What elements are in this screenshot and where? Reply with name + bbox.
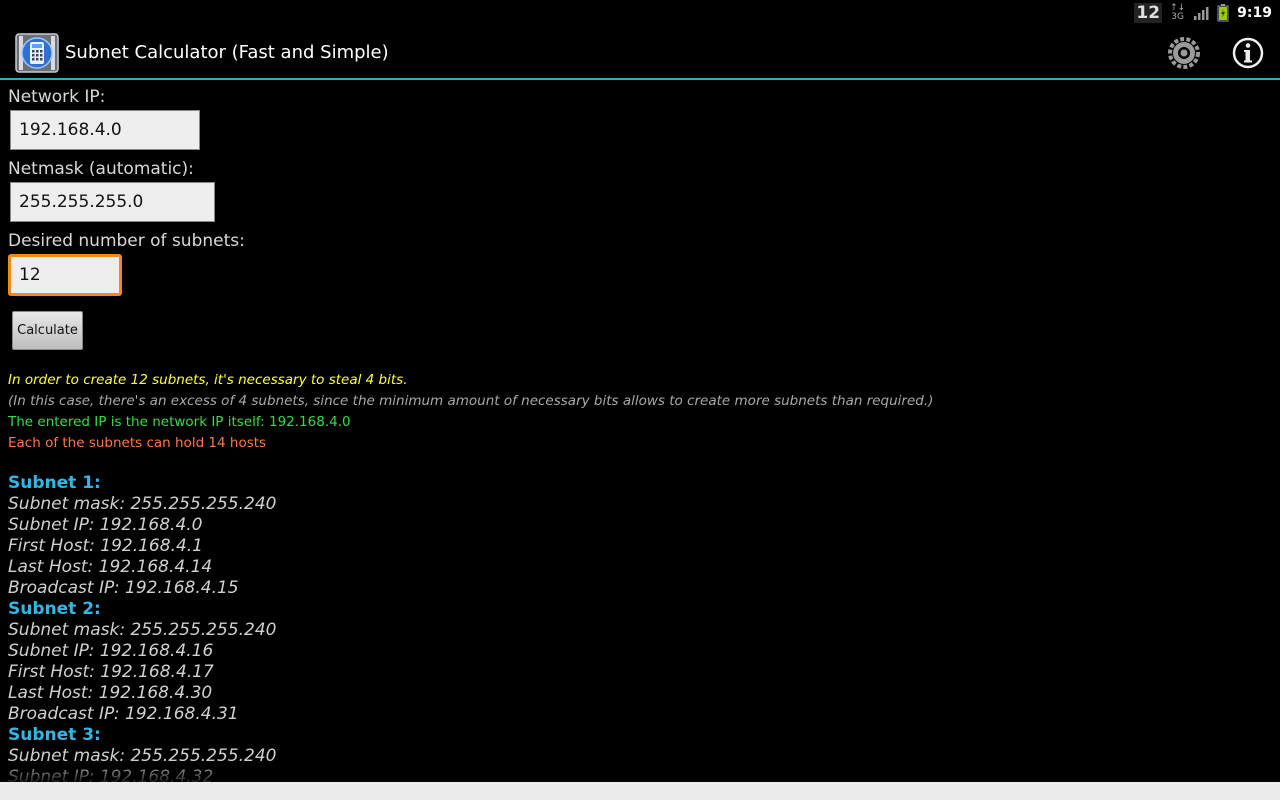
hosts-message: Each of the subnets can hold 14 hosts	[8, 435, 267, 451]
subnet-ip: Subnet IP: 192.168.4.0	[8, 515, 203, 535]
last-host: Last Host: 192.168.4.30	[8, 683, 213, 703]
status-bar: 12 ↑↓ 3G 9:19	[0, 0, 1280, 26]
broadcast-ip: Broadcast IP: 192.168.4.15	[8, 578, 239, 598]
app-title: Subnet Calculator (Fast and Simple)	[65, 42, 389, 63]
subnet-ip: Subnet IP: 192.168.4.32	[8, 767, 214, 782]
excess-message: (In this case, there's an excess of 4 su…	[8, 393, 934, 409]
status-icons: 12 ↑↓ 3G 9:19	[1134, 0, 1272, 26]
subnet-title: Subnet 2:	[8, 599, 101, 619]
notification-count[interactable]: 12	[1134, 3, 1163, 23]
subnet-mask: Subnet mask: 255.255.255.240	[8, 620, 277, 640]
last-host: Last Host: 192.168.4.14	[8, 557, 213, 577]
subnet-mask: Subnet mask: 255.255.255.240	[8, 746, 277, 766]
signal-icon	[1194, 7, 1209, 20]
navigation-bar	[0, 782, 1280, 800]
calculate-button[interactable]: Calculate	[12, 311, 83, 350]
subnet-list: Subnet 1: Subnet mask: 255.255.255.240 S…	[8, 473, 276, 782]
network-type-icon: ↑↓ 3G	[1170, 3, 1186, 22]
battery-icon	[1217, 4, 1229, 22]
netmask-input[interactable]	[10, 182, 215, 222]
main-content: Network IP: Netmask (automatic): Desired…	[0, 80, 1280, 782]
subnet-mask: Subnet mask: 255.255.255.240	[8, 494, 277, 514]
action-bar: Subnet Calculator (Fast and Simple)	[0, 26, 1280, 78]
first-host: First Host: 192.168.4.17	[8, 662, 214, 682]
subnets-count-input[interactable]	[8, 254, 122, 296]
subnet-title: Subnet 1:	[8, 473, 101, 493]
subnet-item: Subnet 2: Subnet mask: 255.255.255.240 S…	[8, 599, 276, 725]
broadcast-ip: Broadcast IP: 192.168.4.31	[8, 704, 239, 724]
clock: 9:19	[1237, 5, 1272, 21]
calculator-icon[interactable]	[15, 33, 59, 73]
netmask-label: Netmask (automatic):	[8, 159, 194, 179]
network-ip-message: The entered IP is the network IP itself:…	[8, 414, 351, 430]
network-type-label: 3G	[1171, 12, 1184, 22]
network-ip-label: Network IP:	[8, 87, 106, 107]
subnets-count-label: Desired number of subnets:	[8, 231, 245, 251]
subnet-item: Subnet 3: Subnet mask: 255.255.255.240 S…	[8, 725, 276, 782]
subnet-ip: Subnet IP: 192.168.4.16	[8, 641, 214, 661]
first-host: First Host: 192.168.4.1	[8, 536, 203, 556]
network-ip-input[interactable]	[10, 110, 200, 150]
steal-bits-message: In order to create 12 subnets, it's nece…	[8, 372, 408, 388]
settings-icon[interactable]	[1166, 35, 1202, 71]
subnet-title: Subnet 3:	[8, 725, 101, 745]
subnet-item: Subnet 1: Subnet mask: 255.255.255.240 S…	[8, 473, 276, 599]
info-icon[interactable]	[1230, 35, 1266, 71]
